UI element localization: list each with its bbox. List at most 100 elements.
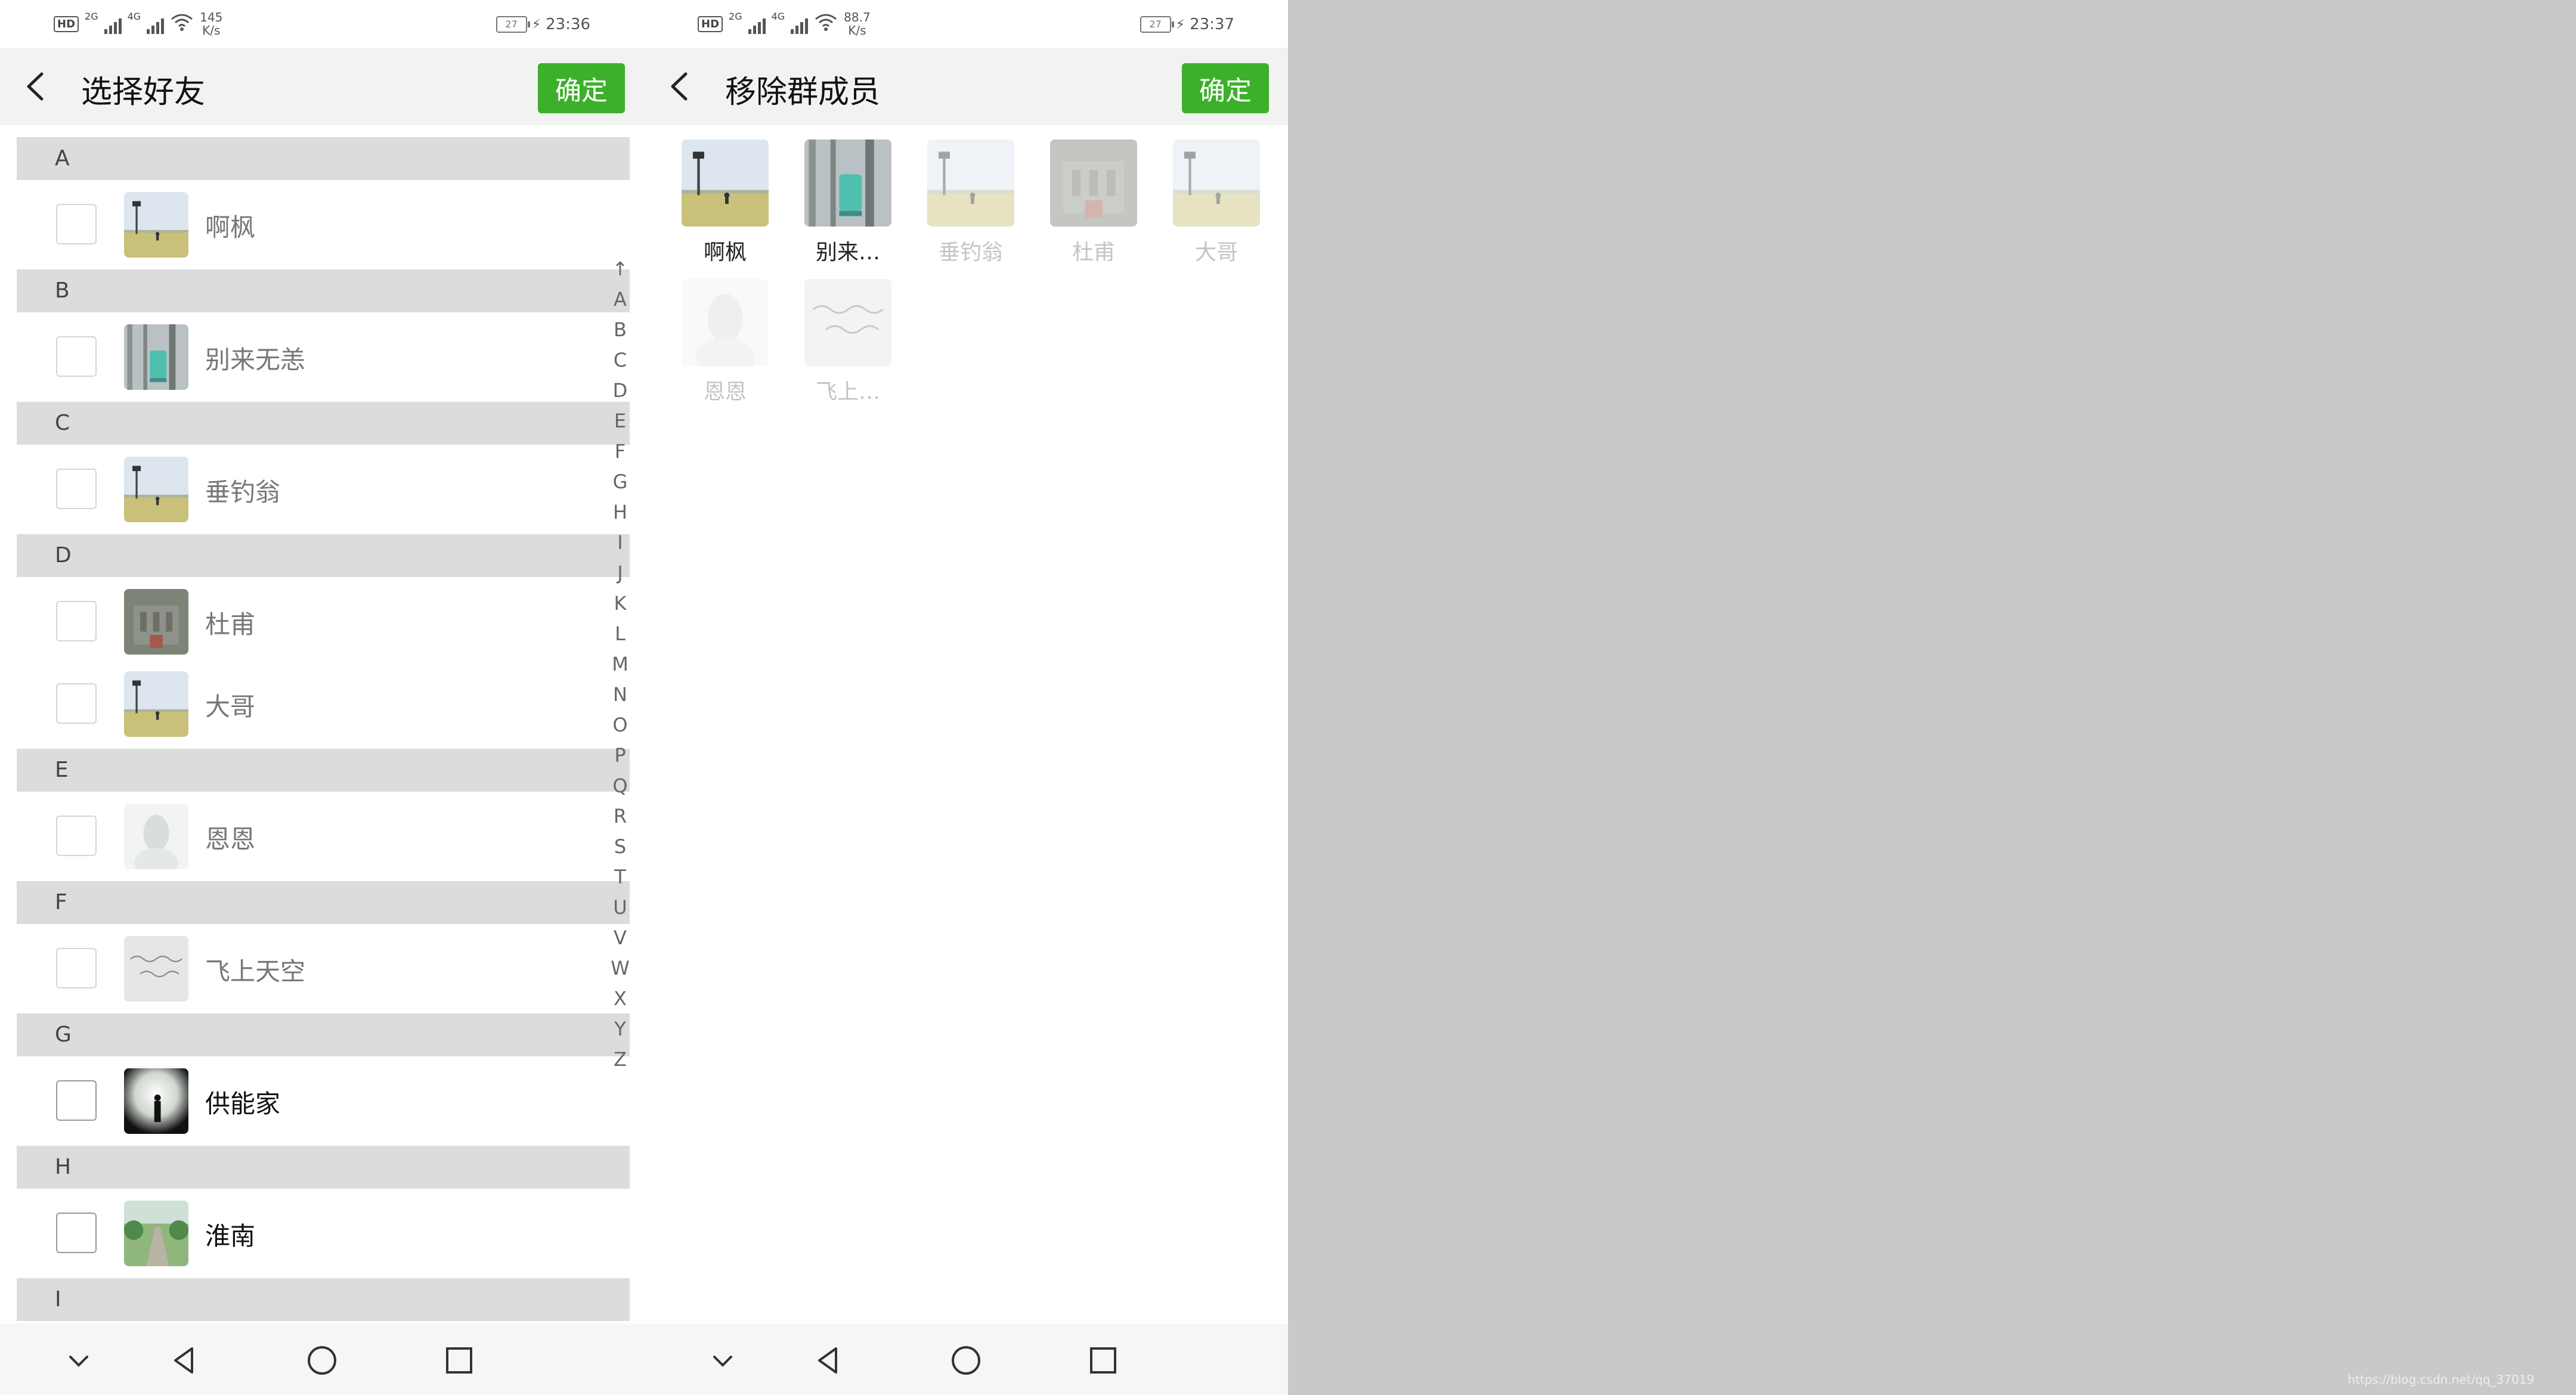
member-name: 啊枫	[703, 240, 747, 265]
index-letter[interactable]: Y	[614, 1014, 626, 1044]
member-name: 杜甫	[1072, 240, 1115, 265]
navigation-bar	[0, 1323, 644, 1395]
index-letter[interactable]: B	[614, 315, 627, 345]
friend-row[interactable]: 杜甫	[17, 577, 630, 659]
speed-value: 145	[200, 10, 223, 24]
index-letter[interactable]: Z	[614, 1044, 627, 1075]
friend-row[interactable]: 淮南	[17, 1189, 630, 1278]
watermark: https://blog.csdn.net/qq_37019	[2348, 1372, 2534, 1387]
back-arrow-icon[interactable]	[664, 70, 696, 103]
signal-icon	[748, 14, 766, 34]
index-letter[interactable]: G	[613, 467, 628, 497]
index-letter[interactable]: O	[612, 710, 627, 740]
avatar	[124, 192, 188, 258]
avatar	[682, 279, 769, 366]
battery-icon: 27	[1140, 16, 1174, 33]
member-name: 恩恩	[703, 380, 747, 404]
recents-square-icon[interactable]	[1084, 1341, 1122, 1380]
recents-square-icon[interactable]	[440, 1341, 478, 1380]
member-item[interactable]: 杜甫	[1046, 140, 1141, 266]
select-checkbox[interactable]	[56, 1213, 97, 1253]
index-letter[interactable]: F	[615, 436, 626, 467]
index-letter[interactable]: R	[614, 801, 627, 832]
select-checkbox[interactable]	[56, 336, 97, 377]
alphabet-index-bar[interactable]: ↑ A B C D E F G H I J K L M N O P Q R S T U V W X Y Z	[602, 254, 638, 1075]
index-letter[interactable]: W	[611, 953, 630, 984]
index-letter[interactable]: J	[617, 558, 623, 588]
index-letter[interactable]: E	[614, 406, 626, 436]
index-letter[interactable]: I	[617, 528, 623, 558]
select-friends-screen: HD 2G 4G 145 K/s 27 ⚡ 23:36 选择好友 确定 A 啊枫 B 别…	[0, 0, 644, 1395]
friend-name: 飞上天空	[205, 957, 306, 986]
network-speed: 88.7 K/s	[844, 11, 871, 37]
friend-row[interactable]: 大哥	[17, 659, 630, 749]
charging-icon: ⚡	[531, 17, 541, 32]
index-letter[interactable]: P	[614, 740, 626, 771]
select-checkbox[interactable]	[56, 816, 97, 856]
avatar	[124, 1068, 188, 1134]
index-letter[interactable]: V	[614, 923, 627, 953]
index-letter[interactable]: K	[614, 588, 627, 619]
select-checkbox[interactable]	[56, 948, 97, 988]
index-letter[interactable]: S	[614, 832, 626, 862]
clock: 23:37	[1190, 16, 1234, 33]
friend-name: 啊枫	[205, 213, 256, 242]
member-item[interactable]: 垂钓翁	[923, 140, 1018, 266]
friend-row[interactable]: 供能家	[17, 1056, 630, 1146]
avatar	[927, 140, 1014, 227]
confirm-button[interactable]: 确定	[538, 63, 625, 113]
index-letter[interactable]: ↑	[612, 254, 628, 284]
select-checkbox[interactable]	[56, 1080, 97, 1121]
home-circle-icon[interactable]	[947, 1341, 985, 1380]
index-letter[interactable]: C	[614, 345, 627, 376]
speed-unit: K/s	[202, 23, 221, 38]
select-checkbox[interactable]	[56, 469, 97, 509]
wifi-icon	[814, 13, 838, 35]
avatar	[1050, 140, 1137, 227]
index-letter[interactable]: Q	[612, 771, 627, 801]
friend-row[interactable]: 垂钓翁	[17, 445, 630, 534]
back-triangle-icon[interactable]	[166, 1341, 204, 1380]
index-letter[interactable]: U	[613, 892, 627, 923]
index-letter[interactable]: X	[614, 984, 627, 1014]
section-header: A	[17, 137, 630, 180]
index-letter[interactable]: D	[613, 376, 628, 406]
member-item[interactable]: 大哥	[1169, 140, 1264, 266]
title-bar: 选择好友 确定	[0, 48, 644, 125]
select-checkbox[interactable]	[56, 601, 97, 641]
member-item[interactable]: 恩恩	[677, 279, 773, 405]
friend-row[interactable]: 飞上天空	[17, 924, 630, 1013]
section-header: H	[17, 1146, 630, 1189]
page-title: 选择好友	[81, 75, 206, 110]
member-item[interactable]: 啊枫	[677, 140, 773, 266]
friend-row[interactable]: 恩恩	[17, 792, 630, 881]
index-letter[interactable]: A	[614, 284, 627, 315]
friend-row[interactable]: 别来无恙	[17, 312, 630, 402]
friend-row[interactable]: 啊枫	[17, 180, 630, 269]
collapse-icon[interactable]	[60, 1341, 98, 1380]
hd-icon: HD	[698, 16, 723, 32]
member-item[interactable]: 飞上…	[800, 279, 896, 405]
page-title: 移除群成员	[725, 75, 881, 110]
select-checkbox[interactable]	[56, 683, 97, 724]
index-letter[interactable]: M	[612, 649, 628, 680]
collapse-icon[interactable]	[704, 1341, 742, 1380]
friend-name: 别来无恙	[205, 345, 306, 374]
friend-name: 恩恩	[205, 824, 256, 854]
member-item[interactable]: 别来…	[800, 140, 896, 266]
signal-icon	[104, 14, 122, 34]
home-circle-icon[interactable]	[303, 1341, 341, 1380]
signal-icon	[791, 14, 809, 34]
back-triangle-icon[interactable]	[810, 1341, 848, 1380]
select-checkbox[interactable]	[56, 204, 97, 244]
avatar	[124, 589, 188, 655]
index-letter[interactable]: H	[613, 497, 627, 528]
index-letter[interactable]: T	[614, 862, 626, 892]
back-arrow-icon[interactable]	[20, 70, 52, 103]
confirm-button[interactable]: 确定	[1182, 63, 1269, 113]
friend-name: 供能家	[205, 1089, 281, 1118]
index-letter[interactable]: N	[613, 680, 627, 710]
index-letter[interactable]: L	[615, 619, 626, 649]
clock: 23:36	[546, 16, 590, 33]
avatar	[124, 804, 188, 869]
